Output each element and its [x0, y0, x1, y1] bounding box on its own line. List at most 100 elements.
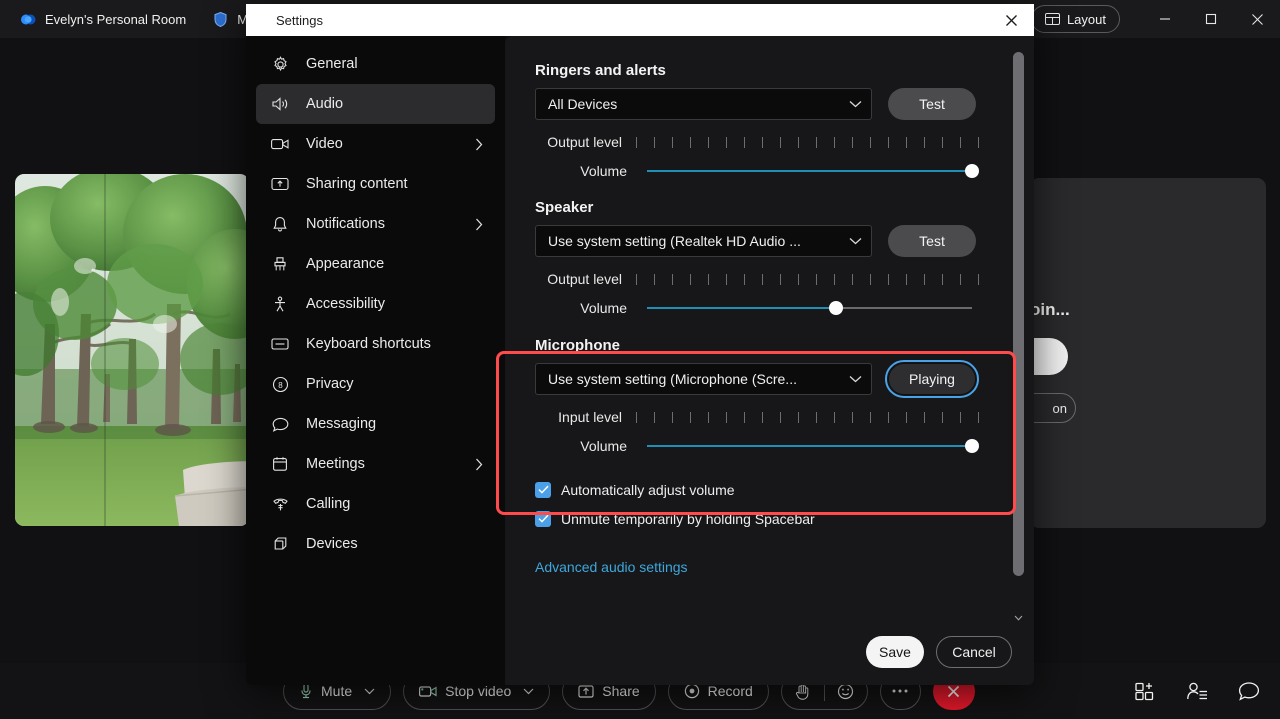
settings-title: Settings: [276, 12, 323, 28]
chevron-right-icon: [475, 458, 483, 471]
microphone-test-label: Playing: [909, 371, 955, 387]
advanced-audio-settings-link[interactable]: Advanced audio settings: [535, 559, 996, 575]
chat-bubble-icon[interactable]: [1236, 678, 1262, 704]
shield-icon: [212, 11, 229, 28]
sidebar-item-label: Devices: [306, 536, 358, 552]
waiting-room-text: oin...: [1030, 300, 1070, 319]
speaker-device-value: Use system setting (Realtek HD Audio ...: [548, 233, 801, 249]
speaker-volume-slider[interactable]: [647, 301, 972, 315]
sidebar-item-calling[interactable]: Calling: [256, 484, 495, 524]
slider-knob[interactable]: [965, 164, 979, 178]
sidebar-item-audio[interactable]: Audio: [256, 84, 495, 124]
microphone-section-title: Microphone: [535, 337, 620, 354]
microphone-input-level-meter: [636, 411, 996, 423]
slider-knob[interactable]: [828, 301, 843, 315]
cancel-button[interactable]: Cancel: [936, 636, 1012, 668]
microphone-device-row: Use system setting (Microphone (Scre... …: [535, 360, 996, 398]
audio-options-group: Automatically adjust volume Unmute tempo…: [535, 475, 996, 533]
ringers-volume-slider[interactable]: [647, 164, 979, 178]
sidebar-item-label: Messaging: [306, 416, 377, 432]
checkbox-checked-icon[interactable]: [535, 510, 551, 527]
ringers-volume-row: Volume: [535, 163, 996, 179]
participant-video-tile[interactable]: [15, 174, 249, 526]
microphone-device-value: Use system setting (Microphone (Scre...: [548, 371, 797, 387]
chevron-down-icon: [849, 237, 862, 245]
sidebar-item-keyboard-shortcuts[interactable]: Keyboard shortcuts: [256, 324, 495, 364]
privacy-shield-icon: 8: [270, 374, 290, 394]
save-button[interactable]: Save: [866, 636, 924, 668]
settings-close-button[interactable]: [988, 4, 1034, 36]
sidebar-item-meetings[interactable]: Meetings: [256, 444, 495, 484]
settings-nav: General Audio Video Sharing content Noti…: [246, 36, 505, 685]
scrollbar-thumb[interactable]: [1013, 52, 1024, 576]
chevron-down-icon[interactable]: [523, 688, 534, 695]
video-camera-icon: [270, 134, 290, 154]
sidebar-item-accessibility[interactable]: Accessibility: [256, 284, 495, 324]
sidebar-item-sharing-content[interactable]: Sharing content: [256, 164, 495, 204]
unmute-spacebar-checkbox-row[interactable]: Unmute temporarily by holding Spacebar: [535, 504, 996, 533]
microphone-volume-row: Volume: [535, 438, 996, 454]
checkbox-checked-icon[interactable]: [535, 481, 551, 498]
microphone-input-level-label: Input level: [558, 409, 622, 425]
sidebar-item-label: Sharing content: [306, 176, 408, 192]
microphone-volume-slider[interactable]: [647, 439, 979, 453]
settings-body: General Audio Video Sharing content Noti…: [246, 36, 1034, 685]
stop-video-label: Stop video: [445, 683, 512, 699]
microphone-test-button[interactable]: Playing: [885, 360, 979, 398]
appearance-icon: [270, 254, 290, 274]
microphone-input-level-row: Input level: [535, 409, 996, 425]
speaker-icon: [270, 94, 290, 114]
ringers-output-level-row: Output level: [535, 134, 996, 150]
ringers-test-button[interactable]: Test: [888, 88, 976, 120]
sidebar-item-label: Meetings: [306, 456, 365, 472]
speaker-test-label: Test: [919, 233, 945, 249]
speaker-output-level-row: Output level: [535, 271, 996, 287]
cancel-label: Cancel: [952, 644, 996, 660]
microphone-icon: [299, 683, 313, 699]
speaker-device-select[interactable]: Use system setting (Realtek HD Audio ...: [535, 225, 872, 257]
ringers-device-select[interactable]: All Devices: [535, 88, 872, 120]
ringers-output-level-meter: [636, 136, 996, 148]
record-icon: [684, 683, 700, 699]
microphone-device-select[interactable]: Use system setting (Microphone (Scre...: [535, 363, 872, 395]
slider-knob[interactable]: [965, 439, 979, 453]
speaker-device-row: Use system setting (Realtek HD Audio ...…: [535, 225, 996, 257]
ringers-section: Ringers and alerts All Devices Test Outp…: [535, 62, 996, 179]
apps-add-icon[interactable]: [1132, 678, 1158, 704]
waiting-room-panel: oin... on: [1008, 178, 1266, 528]
chevron-down-icon: [849, 100, 862, 108]
sidebar-item-privacy[interactable]: 8 Privacy: [256, 364, 495, 404]
sidebar-item-label: Audio: [306, 96, 344, 112]
sidebar-item-devices[interactable]: Devices: [256, 524, 495, 564]
sidebar-item-general[interactable]: General: [256, 44, 495, 84]
minimize-button[interactable]: [1142, 0, 1188, 38]
tab-personal-room[interactable]: Evelyn's Personal Room: [8, 3, 198, 35]
ringers-volume-label: Volume: [580, 163, 627, 179]
slider-fill: [647, 445, 972, 447]
chevron-down-icon[interactable]: [364, 688, 375, 695]
close-button[interactable]: [1234, 0, 1280, 38]
layout-button[interactable]: Layout: [1030, 5, 1120, 33]
sidebar-item-messaging[interactable]: Messaging: [256, 404, 495, 444]
sidebar-item-notifications[interactable]: Notifications: [256, 204, 495, 244]
layout-label: Layout: [1066, 11, 1106, 27]
record-label: Record: [707, 683, 753, 699]
sidebar-item-label: Privacy: [306, 376, 354, 392]
waiting-room-secondary-label: on: [1052, 400, 1067, 416]
svg-text:8: 8: [278, 381, 283, 390]
maximize-button[interactable]: [1188, 0, 1234, 38]
speaker-output-level-label: Output level: [547, 271, 622, 287]
participants-icon[interactable]: [1184, 678, 1210, 704]
auto-adjust-volume-checkbox-row[interactable]: Automatically adjust volume: [535, 475, 996, 504]
gear-icon: [270, 54, 290, 74]
zoom-logo-icon: [20, 11, 37, 28]
layout-grid-icon: [1044, 12, 1060, 27]
settings-scrollbar[interactable]: [1011, 48, 1026, 626]
sidebar-item-video[interactable]: Video: [256, 124, 495, 164]
sidebar-item-appearance[interactable]: Appearance: [256, 244, 495, 284]
scroll-down-arrow-icon[interactable]: [1011, 610, 1026, 626]
share-content-icon: [270, 174, 290, 194]
speaker-test-button[interactable]: Test: [888, 225, 976, 257]
sidebar-item-label: Notifications: [306, 216, 385, 232]
ringers-output-level-label: Output level: [547, 134, 622, 150]
